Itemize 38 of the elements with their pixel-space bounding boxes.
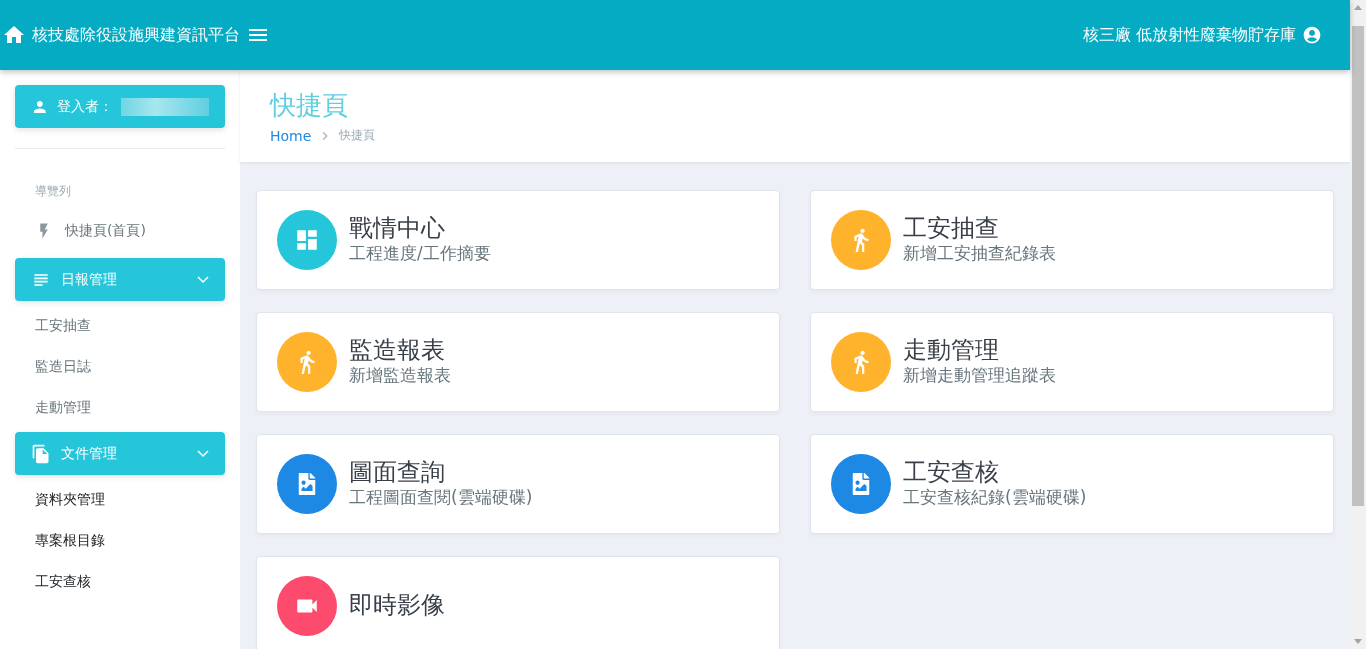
nav-item[interactable]: 監造日誌 [15,346,225,387]
nav-item[interactable]: 專案根目錄 [15,520,225,561]
shortcut-card[interactable]: 戰情中心 工程進度/工作摘要 [256,190,780,290]
card-title: 戰情中心 [349,214,446,243]
card-title: 工安查核 [903,458,1000,487]
card-subtitle: 新增走動管理追蹤表 [903,364,1056,388]
shortcut-card[interactable]: 工安抽查 新增工安抽查紀錄表 [810,190,1334,290]
nav-heading: 導覽列 [34,183,72,200]
card-subtitle: 工安查核紀錄(雲端硬碟) [903,486,1087,510]
shortcut-card[interactable]: 圖面查詢 工程圖面查閱(雲端硬碟) [256,434,780,534]
nav-item[interactable]: 走動管理 [15,387,225,428]
card-subtitle: 工程進度/工作摘要 [349,242,491,266]
card-title: 監造報表 [349,336,446,365]
chevron-icon [197,275,209,284]
card-subtitle: 新增工安抽查紀錄表 [903,242,1056,266]
chevron-icon [197,449,209,458]
card-title: 走動管理 [903,336,1000,365]
nav-item[interactable]: 工安抽查 [15,305,225,346]
app-title: 核技處除役設施興建資訊平台 [32,24,240,46]
breadcrumb-link[interactable]: Home [270,127,312,144]
card-title: 即時影像 [349,592,445,620]
page-title: 快捷頁 [270,89,349,122]
shortcut-card[interactable]: 工安查核 工安查核紀錄(雲端硬碟) [810,434,1334,534]
shortcut-card[interactable]: 即時影像 [256,556,780,649]
site-name: 核三廠 低放射性廢棄物貯存庫 [1082,24,1296,46]
user-label: 登入者： [56,97,113,116]
document-icon [31,443,51,464]
card-subtitle: 新增監造報表 [349,364,451,388]
scrollbar[interactable] [1350,0,1366,649]
shortcut-card[interactable]: 監造報表 新增監造報表 [256,312,780,412]
shortcut-card[interactable]: 走動管理 新增走動管理追蹤表 [810,312,1334,412]
card-subtitle: 工程圖面查閱(雲端硬碟) [349,486,533,510]
card-title: 工安抽查 [903,214,1000,243]
card-title: 圖面查詢 [349,458,446,487]
nav-item[interactable]: 工安查核 [15,561,225,602]
nav-link[interactable]: 快捷頁(首頁) [15,210,225,254]
account-icon[interactable] [1302,25,1322,45]
nav-item[interactable]: 資料夾管理 [15,479,225,520]
